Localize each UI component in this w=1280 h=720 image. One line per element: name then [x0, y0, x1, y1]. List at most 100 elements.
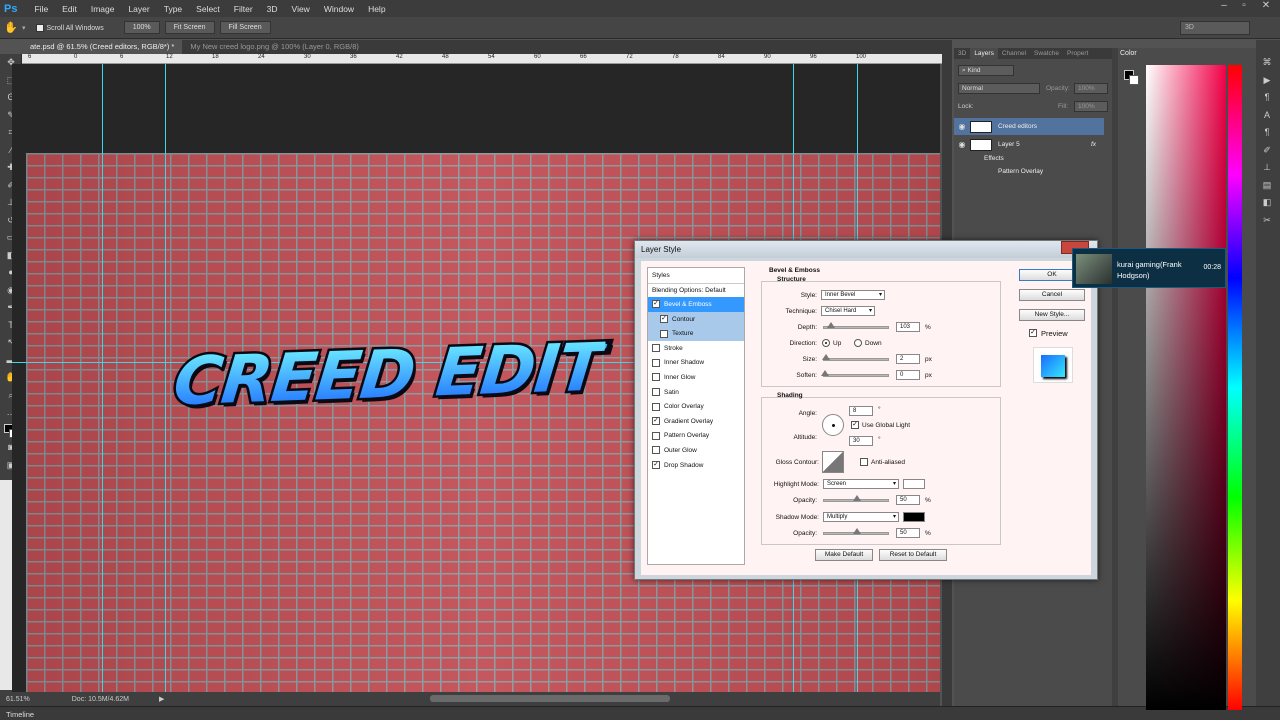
style-pattern-overlay[interactable]: Pattern Overlay — [648, 429, 744, 444]
fill-screen-button[interactable]: Fill Screen — [219, 21, 271, 34]
tab-active-document[interactable]: ate.psd @ 61.5% (Creed editors, RGB/8*) … — [22, 40, 183, 54]
highlight-color-swatch[interactable] — [903, 479, 925, 489]
shadow-opacity-field[interactable]: 50 — [896, 528, 920, 538]
character-icon[interactable]: A — [1256, 107, 1278, 125]
status-arrow-icon[interactable]: ▶ — [129, 695, 164, 703]
highlight-mode-select[interactable]: Screen — [823, 479, 899, 489]
depth-slider[interactable] — [823, 322, 889, 329]
paragraph-icon[interactable]: ¶ — [1256, 89, 1278, 107]
altitude-field[interactable]: 30 — [849, 436, 873, 446]
style-bevel-emboss[interactable]: ✓ Bevel & Emboss — [648, 297, 744, 312]
menu-layer[interactable]: Layer — [121, 4, 156, 14]
timeline-panel[interactable]: Timeline — [0, 706, 1280, 720]
checkbox-icon[interactable] — [652, 446, 660, 455]
tab-color[interactable]: Color — [1120, 50, 1137, 57]
visibility-eye-icon[interactable]: ◉ — [954, 122, 970, 131]
checkbox-icon[interactable] — [652, 388, 660, 397]
reset-default-button[interactable]: Reset to Default — [879, 549, 947, 561]
size-field[interactable]: 2 — [896, 354, 920, 364]
bevel-style-select[interactable]: Inner Bevel — [821, 290, 885, 300]
style-drop-shadow[interactable]: ✓ Drop Shadow — [648, 458, 744, 473]
visibility-eye-icon[interactable]: ◉ — [954, 140, 970, 149]
menu-view[interactable]: View — [285, 4, 317, 14]
checkbox-icon[interactable]: ✓ — [652, 417, 660, 426]
fx-icon[interactable]: fx — [1091, 141, 1096, 148]
horizontal-scrollbar[interactable] — [430, 695, 670, 702]
menu-help[interactable]: Help — [361, 4, 392, 14]
restore-icon[interactable]: ▫ — [1235, 0, 1253, 14]
tab-creed-logo[interactable]: My New creed logo.png @ 100% (Layer 0, R… — [182, 40, 367, 54]
slider-knob[interactable] — [853, 528, 861, 534]
background-color-swatch[interactable] — [1129, 75, 1139, 85]
tab-properties[interactable]: Propert — [1063, 48, 1092, 59]
styles-header[interactable]: Styles — [648, 268, 744, 283]
checkbox-icon[interactable] — [652, 402, 660, 411]
workspace-switcher[interactable]: 3D — [1180, 21, 1250, 35]
color-picker-field[interactable] — [1146, 65, 1226, 710]
menu-image[interactable]: Image — [84, 4, 122, 14]
fit-screen-button[interactable]: Fit Screen — [164, 21, 215, 34]
tab-swatches[interactable]: Swatche — [1030, 48, 1063, 59]
slider-knob[interactable] — [822, 354, 830, 360]
style-inner-shadow[interactable]: Inner Shadow — [648, 356, 744, 371]
angle-dial[interactable] — [822, 414, 844, 436]
fill-field[interactable]: 100% — [1074, 101, 1108, 112]
checkbox-icon[interactable]: ✓ — [660, 315, 668, 324]
history-icon[interactable]: ⌘ — [1256, 54, 1278, 72]
clone-source-icon[interactable]: ⊥ — [1256, 159, 1278, 177]
minimize-icon[interactable]: – — [1215, 0, 1233, 14]
tab-3d[interactable]: 3D — [954, 48, 970, 59]
blend-mode-select[interactable]: Normal — [958, 83, 1040, 94]
preview-checkbox[interactable]: ✓ — [1029, 329, 1037, 337]
menu-filter[interactable]: Filter — [227, 4, 260, 14]
shadow-opacity-slider[interactable] — [823, 528, 889, 535]
checkbox-icon[interactable]: ✓ — [652, 461, 660, 470]
shadow-color-swatch[interactable] — [903, 512, 925, 522]
adjustments-icon[interactable]: ◧ — [1256, 194, 1278, 212]
guide-line[interactable] — [102, 64, 103, 692]
tab-channels[interactable]: Channel — [998, 48, 1030, 59]
menu-edit[interactable]: Edit — [55, 4, 84, 14]
menu-type[interactable]: Type — [157, 4, 189, 14]
slider-knob[interactable] — [827, 322, 835, 328]
angle-field[interactable]: 8 — [849, 406, 873, 416]
checkbox-icon[interactable] — [652, 344, 660, 353]
highlight-opacity-field[interactable]: 50 — [896, 495, 920, 505]
global-light-checkbox[interactable]: ✓ — [851, 421, 859, 429]
zoom-100-button[interactable]: 100% — [123, 21, 160, 34]
paragraph-styles-icon[interactable]: ¶ — [1256, 124, 1278, 142]
new-style-button[interactable]: New Style... — [1019, 309, 1085, 321]
checkbox-icon[interactable] — [652, 431, 660, 440]
soften-field[interactable]: 0 — [896, 370, 920, 380]
layer-creed-editors[interactable]: ◉ Creed editors — [954, 118, 1104, 135]
menu-window[interactable]: Window — [317, 4, 361, 14]
checkbox-icon[interactable] — [652, 373, 660, 382]
style-stroke[interactable]: Stroke — [648, 341, 744, 356]
style-outer-glow[interactable]: Outer Glow — [648, 443, 744, 458]
zoom-level[interactable]: 61.51% — [0, 696, 36, 703]
tab-layers[interactable]: Layers — [970, 48, 998, 59]
blending-options[interactable]: Blending Options: Default — [648, 282, 744, 298]
depth-field[interactable]: 103 — [896, 322, 920, 332]
slider-knob[interactable] — [821, 370, 829, 376]
hue-slider[interactable] — [1228, 65, 1242, 710]
scroll-all-checkbox[interactable]: Scroll All Windows — [35, 23, 104, 32]
cancel-button[interactable]: Cancel — [1019, 289, 1085, 301]
size-slider[interactable] — [822, 354, 889, 361]
guide-line[interactable] — [165, 64, 166, 692]
anti-aliased-checkbox[interactable] — [860, 458, 868, 466]
style-gradient-overlay[interactable]: ✓ Gradient Overlay — [648, 414, 744, 429]
checkbox-icon[interactable] — [660, 329, 668, 338]
style-color-overlay[interactable]: Color Overlay — [648, 399, 744, 414]
actions-icon[interactable]: ▶ — [1256, 72, 1278, 90]
style-texture[interactable]: Texture — [648, 326, 744, 341]
soften-slider[interactable] — [821, 370, 889, 377]
style-inner-glow[interactable]: Inner Glow — [648, 370, 744, 385]
layer-comps-icon[interactable]: ▤ — [1256, 177, 1278, 195]
opacity-field[interactable]: 100% — [1074, 83, 1108, 94]
tools-icon[interactable]: ✂ — [1256, 212, 1278, 230]
checkbox-icon[interactable]: ✓ — [652, 300, 660, 309]
style-contour[interactable]: ✓ Contour — [648, 311, 744, 327]
layer-kind-filter[interactable]: ⌕ Kind — [958, 65, 1014, 76]
technique-select[interactable]: Chisel Hard — [821, 306, 875, 316]
